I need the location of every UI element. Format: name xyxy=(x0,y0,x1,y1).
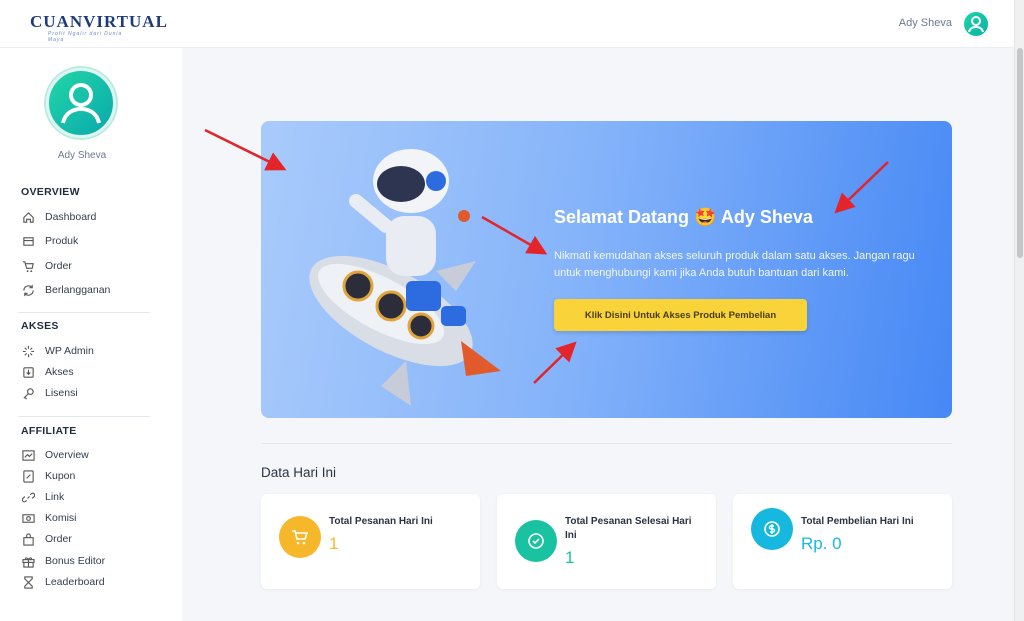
stat-label: Total Pembelian Hari Ini xyxy=(801,516,914,527)
arrow-annotation xyxy=(481,215,548,255)
divider xyxy=(261,443,952,444)
cart-icon xyxy=(279,516,321,558)
page-scrollbar[interactable] xyxy=(1014,0,1024,621)
stat-card-orders-today: Total Pesanan Hari Ini 1 xyxy=(261,494,480,589)
stat-value: 1 xyxy=(329,534,339,553)
stats-section-title: Data Hari Ini xyxy=(261,465,337,480)
stat-value: 1 xyxy=(565,548,575,567)
dollar-icon xyxy=(751,508,793,550)
stat-value: Rp. 0 xyxy=(801,534,842,553)
stat-label: Total Pesanan Hari Ini xyxy=(329,516,433,527)
arrow-annotation xyxy=(533,341,577,384)
arrow-annotation xyxy=(834,161,889,214)
check-badge-icon xyxy=(515,520,557,562)
stat-card-purchases-today: Total Pembelian Hari Ini Rp. 0 xyxy=(733,494,952,589)
stat-label: Total Pesanan Selesai Hari Ini xyxy=(565,516,692,541)
arrow-annotation xyxy=(204,128,287,171)
stat-card-completed-orders: Total Pesanan Selesai Hari Ini 1 xyxy=(497,494,716,589)
scrollbar-thumb[interactable] xyxy=(1017,48,1023,258)
